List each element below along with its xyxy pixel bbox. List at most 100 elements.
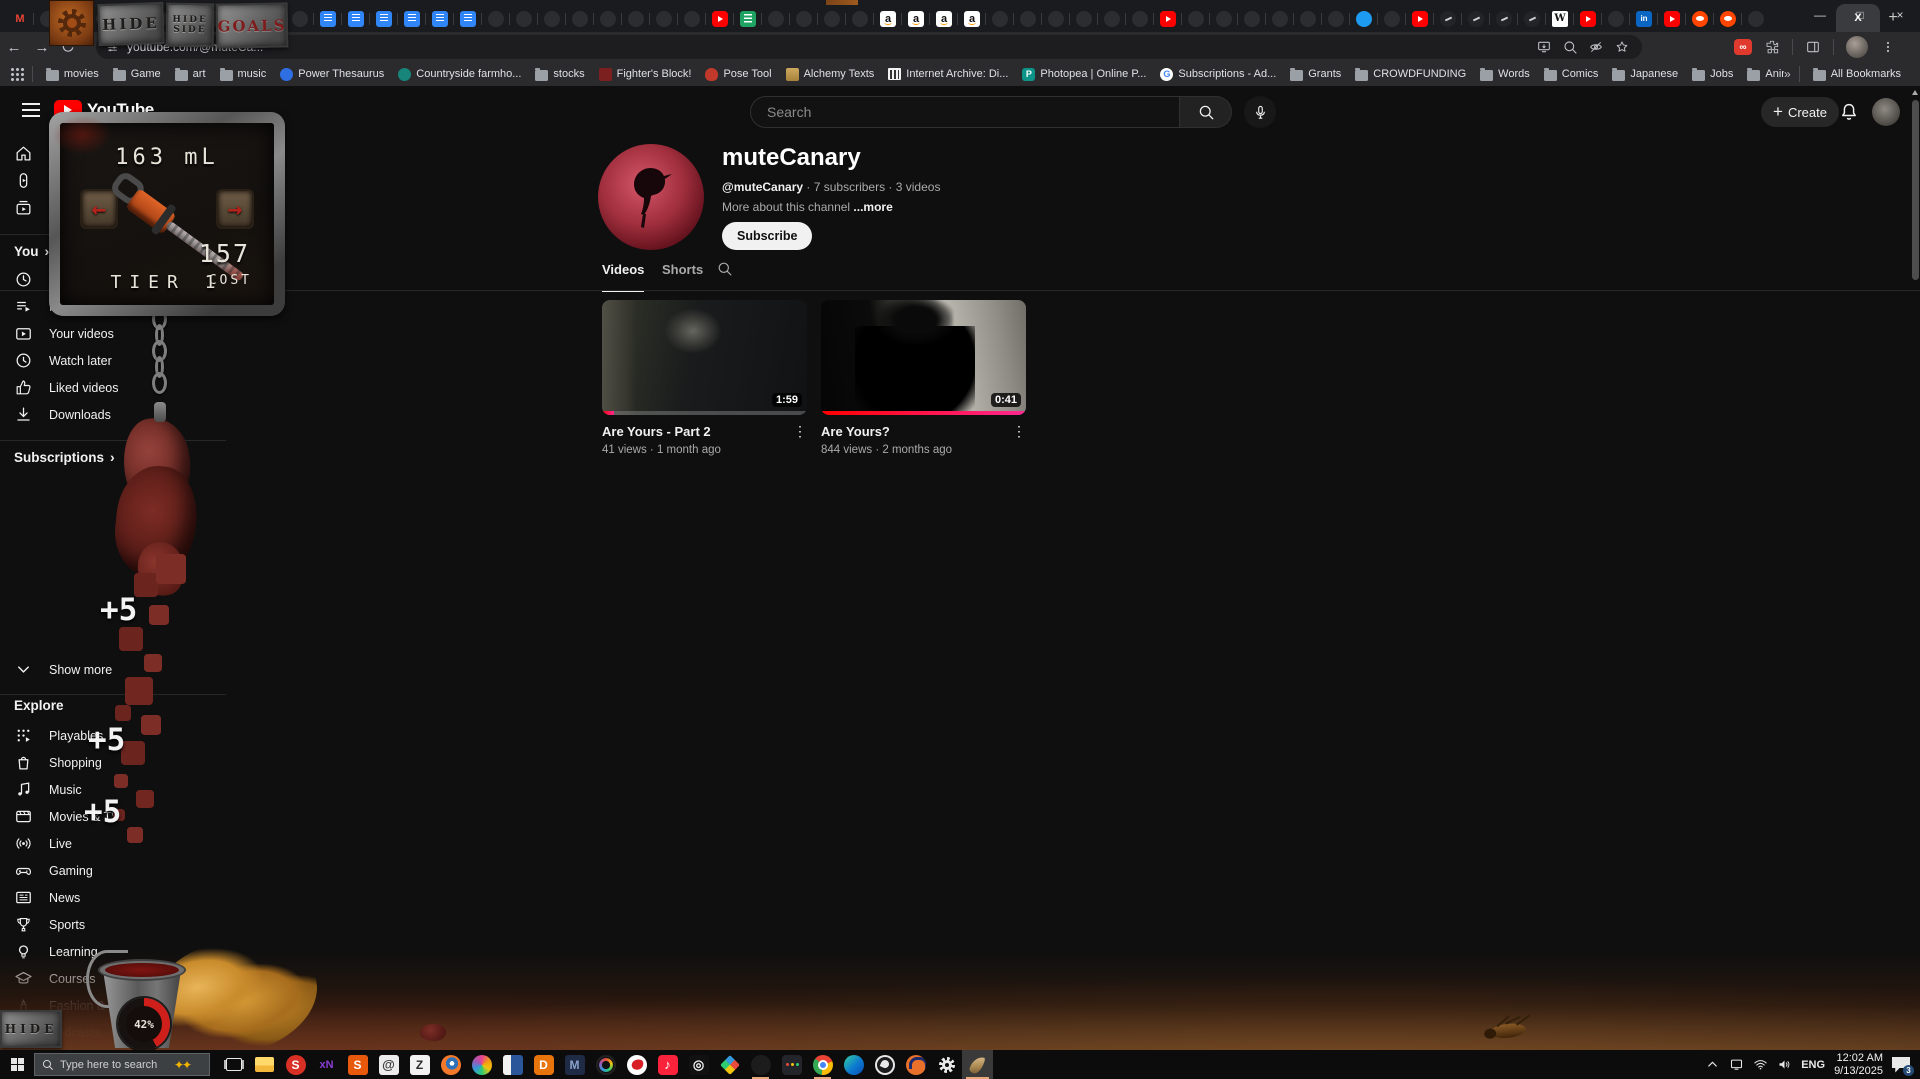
tab-shorts[interactable]: Shorts [662, 262, 703, 290]
sidebar-item[interactable]: Your videos [0, 320, 240, 347]
tray-chevron-up-icon[interactable] [1705, 1057, 1720, 1072]
volume-icon[interactable] [1777, 1057, 1792, 1072]
scrollbar-thumb[interactable] [1912, 100, 1919, 280]
channel-about[interactable]: More about this channel ...more [722, 200, 893, 214]
bookmark-item[interactable]: Game [108, 66, 166, 83]
taskbar-app-button[interactable]: Z [404, 1050, 435, 1079]
side-panel-icon[interactable] [1805, 39, 1821, 55]
taskbar-app-button[interactable] [931, 1050, 962, 1079]
browser-tab[interactable] [1070, 5, 1098, 32]
browser-tab[interactable] [314, 5, 342, 32]
browser-tab[interactable] [874, 5, 902, 32]
address-bar[interactable]: youtube.com/@muteCa... [96, 35, 1642, 59]
taskbar-app-button[interactable] [900, 1050, 931, 1079]
browser-tab[interactable] [1042, 5, 1070, 32]
browser-tab[interactable] [1266, 5, 1294, 32]
browser-tab[interactable] [370, 5, 398, 32]
browser-tab[interactable] [1126, 5, 1154, 32]
sidebar-item[interactable]: Watch later [0, 347, 240, 374]
browser-tab[interactable] [398, 5, 426, 32]
browser-tab[interactable] [958, 5, 986, 32]
browser-tab[interactable] [566, 5, 594, 32]
browser-tab[interactable] [1742, 5, 1770, 32]
bookmark-item[interactable]: Subscriptions - Ad... [1155, 66, 1281, 83]
bookmark-item[interactable]: Grants [1285, 66, 1346, 83]
browser-tab[interactable] [1322, 5, 1350, 32]
video-card[interactable]: 1:59 Are Yours - Part 2 ⋮ 41 views · 1 m… [602, 300, 807, 456]
wifi-icon[interactable] [1753, 1057, 1768, 1072]
taskbar-app-button[interactable] [497, 1050, 528, 1079]
scroll-up-arrow[interactable] [1912, 90, 1918, 95]
game-settings-gear-icon[interactable] [49, 0, 94, 46]
channel-search-icon[interactable] [716, 260, 733, 277]
browser-tab[interactable] [706, 5, 734, 32]
browser-tab[interactable] [1098, 5, 1126, 32]
bookmark-item[interactable]: CROWDFUNDING [1350, 66, 1471, 83]
browser-tab[interactable] [1574, 5, 1602, 32]
zoom-icon[interactable] [1562, 39, 1578, 55]
browser-tab[interactable] [1602, 5, 1630, 32]
show-more-button[interactable]: Show more [0, 656, 240, 683]
browser-profile-avatar[interactable] [1846, 36, 1868, 58]
next-goal-arrow-button[interactable]: → [216, 189, 254, 229]
tray-monitor-icon[interactable] [1729, 1057, 1744, 1072]
bookmark-item[interactable]: Fighter's Block! [594, 66, 697, 83]
sidebar-item[interactable]: Live [0, 830, 240, 857]
browser-tab[interactable] [762, 5, 790, 32]
video-menu-icon[interactable]: ⋮ [1012, 424, 1026, 439]
browser-tab[interactable] [1462, 5, 1490, 32]
taskbar-clock[interactable]: 12:02 AM 9/13/2025 [1834, 1052, 1883, 1078]
browser-tab[interactable] [790, 5, 818, 32]
browser-tab[interactable] [1210, 5, 1238, 32]
sidebar-item[interactable]: News [0, 884, 240, 911]
video-thumbnail[interactable]: 0:41 [821, 300, 1026, 415]
taskbar-app-button[interactable] [838, 1050, 869, 1079]
bookmark-star-icon[interactable] [1614, 39, 1630, 55]
all-bookmarks-button[interactable]: All Bookmarks [1808, 66, 1906, 83]
taskbar-app-button[interactable] [249, 1050, 280, 1079]
browser-tab[interactable] [622, 5, 650, 32]
browser-tab[interactable] [1378, 5, 1406, 32]
taskbar-app-button[interactable]: @ [373, 1050, 404, 1079]
bookmark-item[interactable]: Comics [1539, 66, 1604, 83]
extensions-puzzle-icon[interactable] [1764, 39, 1780, 55]
bookmark-item[interactable]: Words [1475, 66, 1535, 83]
bookmark-item[interactable]: art [170, 66, 211, 83]
browser-tab[interactable] [1182, 5, 1210, 32]
browser-tab[interactable] [818, 5, 846, 32]
browser-tab[interactable] [1238, 5, 1266, 32]
more-link[interactable]: ...more [853, 200, 892, 214]
taskbar-app-button[interactable] [435, 1050, 466, 1079]
video-menu-icon[interactable]: ⋮ [793, 424, 807, 439]
bookmarks-overflow-chevron[interactable]: » [1784, 67, 1791, 81]
sidebar-item[interactable]: Downloads [0, 401, 240, 428]
taskbar-app-button[interactable]: S [342, 1050, 373, 1079]
browser-menu-icon[interactable] [1880, 39, 1896, 55]
back-button[interactable]: ← [0, 39, 28, 56]
download-extension-icon[interactable]: ∞ [1734, 39, 1752, 55]
browser-tab[interactable] [1294, 5, 1322, 32]
taskbar-app-button[interactable] [962, 1050, 993, 1079]
sidebar-subscriptions-header[interactable]: Subscriptions › [0, 444, 240, 470]
bookmark-item[interactable]: Power Thesaurus [275, 66, 389, 83]
voice-search-button[interactable] [1244, 96, 1276, 128]
browser-tab[interactable] [734, 5, 762, 32]
browser-tab[interactable] [1350, 5, 1378, 32]
taskbar-app-button[interactable] [776, 1050, 807, 1079]
subscribe-button[interactable]: Subscribe [722, 222, 812, 250]
preview-hidden-icon[interactable] [1588, 39, 1604, 55]
bookmark-item[interactable]: Alchemy Texts [781, 66, 880, 83]
notification-center-button[interactable]: 3 [1892, 1057, 1910, 1073]
bookmark-item[interactable]: Animation [1742, 66, 1784, 83]
create-button[interactable]: + Create [1761, 97, 1839, 127]
start-button[interactable] [0, 1050, 34, 1079]
browser-tab[interactable] [1434, 5, 1462, 32]
taskbar-search-input[interactable] [60, 1059, 168, 1071]
minimize-button[interactable]: — [1800, 8, 1840, 22]
bookmark-item[interactable]: Countryside farmho... [393, 66, 526, 83]
browser-tab[interactable] [846, 5, 874, 32]
maximize-button[interactable]: □ [1840, 8, 1880, 22]
taskbar-app-button[interactable] [745, 1050, 776, 1079]
browser-tab[interactable] [930, 5, 958, 32]
browser-tab[interactable] [1014, 5, 1042, 32]
